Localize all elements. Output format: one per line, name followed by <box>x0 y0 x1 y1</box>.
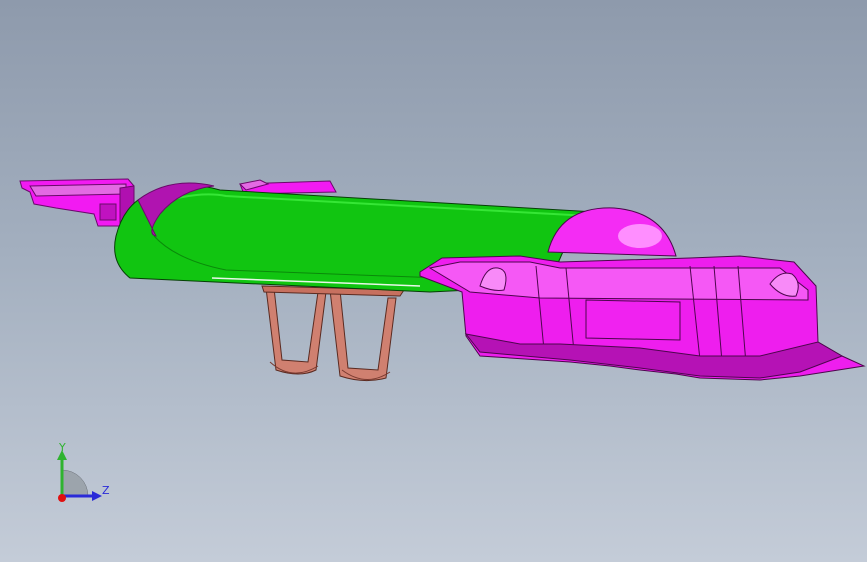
spring-clip[interactable] <box>261 285 405 382</box>
graphics-viewport[interactable]: Y Z <box>0 0 867 562</box>
left-bracket[interactable] <box>19 178 135 233</box>
3d-model[interactable] <box>0 0 867 562</box>
view-orientation-triad: Y Z <box>40 436 130 516</box>
z-axis-arrow-icon <box>92 491 102 501</box>
y-axis-label: Y <box>59 441 66 454</box>
triad-quadrant <box>61 469 89 497</box>
triad-icon <box>57 450 102 502</box>
z-axis-label: Z <box>102 484 110 497</box>
x-axis-origin-dot <box>58 494 66 502</box>
